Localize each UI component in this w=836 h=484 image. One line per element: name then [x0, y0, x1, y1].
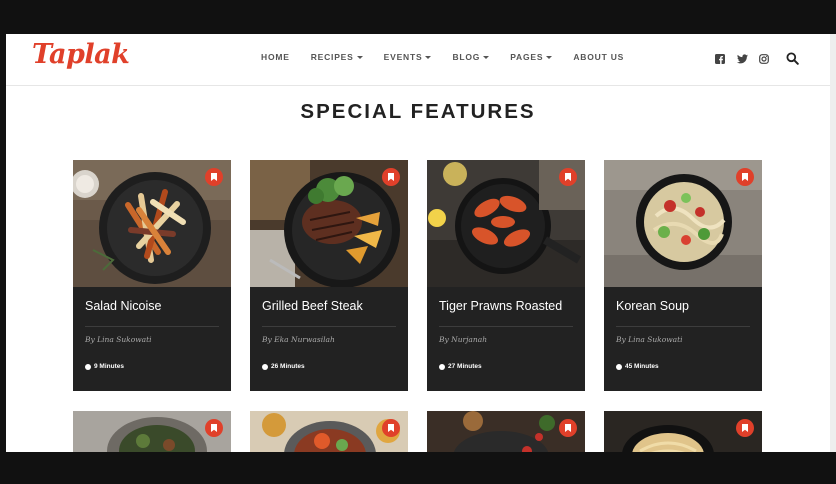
nav-item-blog[interactable]: BLOG — [452, 52, 490, 62]
section-title: SPECIAL FEATURES — [300, 100, 536, 123]
bookmark-button[interactable] — [736, 168, 754, 186]
recipe-time-label: 26 Minutes — [271, 363, 305, 370]
recipe-time-label: 9 Minutes — [94, 363, 124, 370]
clock-icon — [85, 363, 91, 370]
recipe-card[interactable]: Korean Soup By Lina Sukowati 45 Minutes — [604, 160, 762, 391]
bookmark-button[interactable] — [382, 168, 400, 186]
recipe-title[interactable]: Korean Soup — [616, 299, 689, 313]
divider — [439, 326, 573, 327]
facebook-icon[interactable] — [714, 53, 726, 65]
recipe-image[interactable] — [604, 411, 762, 452]
caret-down-icon — [356, 55, 363, 59]
recipe-author: By Eka Nurwasilah — [262, 335, 335, 344]
recipe-image[interactable] — [427, 411, 585, 452]
scrollbar-edge — [830, 34, 836, 452]
search-icon[interactable] — [786, 52, 800, 66]
bookmark-button[interactable] — [559, 419, 577, 437]
divider — [262, 326, 396, 327]
browser-viewport: Taplak HOME RECIPES EVENTS BLOG PAGES AB… — [6, 34, 830, 452]
recipe-card[interactable]: Tiger Prawns Roasted By Nurjanah 27 Minu… — [427, 160, 585, 391]
bookmark-icon — [742, 424, 748, 432]
recipe-image[interactable] — [250, 411, 408, 452]
recipe-image[interactable] — [73, 160, 231, 287]
recipe-image[interactable] — [250, 160, 408, 287]
bookmark-icon — [388, 173, 394, 181]
recipe-title[interactable]: Tiger Prawns Roasted — [439, 299, 562, 313]
recipe-image[interactable] — [73, 411, 231, 452]
clock-icon — [439, 363, 445, 370]
caret-down-icon — [546, 55, 553, 59]
recipe-title[interactable]: Salad Nicoise — [85, 299, 161, 313]
recipe-time: 45 Minutes — [616, 363, 659, 370]
nav-item-home[interactable]: HOME — [261, 52, 290, 62]
recipe-card-body: Tiger Prawns Roasted By Nurjanah 27 Minu… — [427, 287, 585, 391]
recipe-image[interactable] — [604, 160, 762, 287]
recipe-card-body: Korean Soup By Lina Sukowati 45 Minutes — [604, 287, 762, 391]
nav-item-events[interactable]: EVENTS — [384, 52, 432, 62]
bookmark-icon — [742, 173, 748, 181]
bookmark-button[interactable] — [736, 419, 754, 437]
bookmark-button[interactable] — [205, 168, 223, 186]
bookmark-button[interactable] — [382, 419, 400, 437]
recipe-card[interactable] — [250, 411, 408, 452]
main-menu: HOME RECIPES EVENTS BLOG PAGES ABOUT US — [261, 52, 645, 62]
recipe-card[interactable] — [427, 411, 585, 452]
recipe-time: 9 Minutes — [85, 363, 124, 370]
clock-icon — [262, 363, 268, 370]
bookmark-icon — [211, 424, 217, 432]
recipe-card[interactable]: Salad Nicoise By Lina Sukowati 9 Minutes — [73, 160, 231, 391]
recipe-author: By Lina Sukowati — [85, 335, 152, 344]
caret-down-icon — [425, 55, 432, 59]
twitter-icon[interactable] — [736, 53, 748, 65]
recipe-author: By Nurjanah — [439, 335, 488, 344]
divider — [85, 326, 219, 327]
bookmark-icon — [565, 173, 571, 181]
nav-item-recipes[interactable]: RECIPES — [311, 52, 363, 62]
bookmark-button[interactable] — [559, 168, 577, 186]
nav-item-label: EVENTS — [383, 52, 423, 62]
caret-down-icon — [483, 55, 490, 59]
social-links — [714, 53, 780, 65]
nav-item-about-us[interactable]: ABOUT US — [573, 52, 624, 62]
recipe-card-body: Grilled Beef Steak By Eka Nurwasilah 26 … — [250, 287, 408, 391]
recipe-card[interactable] — [73, 411, 231, 452]
bookmark-icon — [565, 424, 571, 432]
site-header: Taplak HOME RECIPES EVENTS BLOG PAGES AB… — [6, 34, 830, 86]
recipe-image[interactable] — [427, 160, 585, 287]
nav-item-pages[interactable]: PAGES — [510, 52, 553, 62]
recipe-card[interactable]: Grilled Beef Steak By Eka Nurwasilah 26 … — [250, 160, 408, 391]
recipe-time: 26 Minutes — [262, 363, 305, 370]
nav-item-label: ABOUT US — [573, 52, 625, 62]
site-logo[interactable]: Taplak — [32, 39, 130, 70]
bookmark-icon — [388, 424, 394, 432]
recipe-author: By Lina Sukowati — [616, 335, 683, 344]
nav-item-label: BLOG — [452, 52, 481, 62]
nav-item-label: RECIPES — [310, 52, 354, 62]
nav-item-label: PAGES — [510, 52, 544, 62]
divider — [616, 326, 750, 327]
clock-icon — [616, 363, 622, 370]
recipe-title[interactable]: Grilled Beef Steak — [262, 299, 363, 313]
recipe-time-label: 45 Minutes — [625, 363, 659, 370]
recipe-card-body: Salad Nicoise By Lina Sukowati 9 Minutes — [73, 287, 231, 391]
bookmark-button[interactable] — [205, 419, 223, 437]
recipe-time-label: 27 Minutes — [448, 363, 482, 370]
recipe-card[interactable] — [604, 411, 762, 452]
recipe-time: 27 Minutes — [439, 363, 482, 370]
instagram-icon[interactable] — [758, 53, 770, 65]
bookmark-icon — [211, 173, 217, 181]
nav-item-label: HOME — [261, 52, 290, 62]
